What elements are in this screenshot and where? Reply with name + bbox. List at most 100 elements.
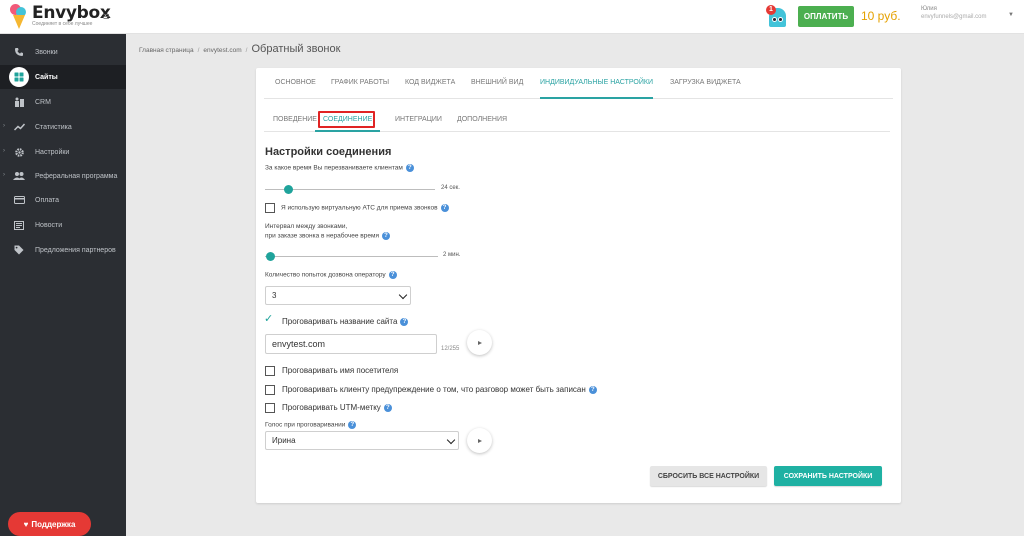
highlight-box (318, 111, 375, 128)
chart-line-icon (12, 120, 26, 134)
settings-card: ОСНОВНОЕ ГРАФИК РАБОТЫ КОД ВИДЖЕТА ВНЕШН… (256, 68, 901, 503)
interval-value: 2 мин. (443, 252, 461, 258)
help-icon[interactable]: ? (400, 317, 409, 326)
interval-slider-thumb[interactable] (266, 252, 275, 261)
sidebar-item-news[interactable]: Новости (0, 213, 126, 237)
tab-general[interactable]: ОСНОВНОЕ (275, 68, 316, 99)
breadcrumb: Главная страница / envytest.com / Обратн… (139, 43, 341, 55)
sidebar-item-crm[interactable]: CRM (0, 90, 126, 114)
help-icon[interactable]: ? (381, 231, 390, 240)
sidebar-item-statistics[interactable]: › Статистика (0, 115, 126, 139)
help-icon[interactable]: ? (383, 403, 392, 412)
attempts-label: Количество попыток дозвона оператору? (265, 271, 397, 279)
top-bar: Envybox Соединяет в себе лучшее ≡ 1 ОПЛА… (0, 0, 1024, 34)
speak-visitor-checkbox[interactable] (265, 366, 275, 376)
speak-warning-label: Проговаривать клиенту предупреждение о т… (282, 385, 597, 394)
tag-icon (12, 243, 26, 257)
tab-widget-code[interactable]: КОД ВИДЖЕТА (405, 68, 455, 99)
balance-amount: 10 руб. (861, 9, 901, 23)
support-button[interactable]: ♥ Поддержка (8, 512, 91, 536)
chevron-down-icon[interactable]: ▼ (1008, 12, 1014, 18)
breadcrumb-home[interactable]: Главная страница (139, 47, 194, 54)
virtual-pbx-checkbox[interactable] (265, 203, 275, 213)
subtab-connection[interactable]: СОЕДИНЕНИЕ (315, 107, 381, 132)
people-icon (12, 169, 26, 183)
sidebar-item-partners[interactable]: Предложения партнеров (0, 238, 126, 262)
speak-warning-checkbox[interactable] (265, 385, 275, 395)
help-icon[interactable]: ? (588, 385, 597, 394)
sub-tabs: ПОВЕДЕНИЕ СОЕДИНЕНИЕ ИНТЕГРАЦИИ ДОПОЛНЕН… (264, 107, 890, 132)
site-name-counter: 12/255 (441, 346, 460, 352)
subtab-behavior[interactable]: ПОВЕДЕНИЕ (273, 107, 317, 132)
news-icon (12, 218, 26, 232)
tab-individual-settings[interactable]: ИНДИВИДУАЛЬНЫЕ НАСТРОЙКИ (540, 68, 654, 99)
chevron-right-icon: › (3, 123, 5, 129)
sidebar-item-label: Сайты (35, 73, 58, 81)
help-icon[interactable]: ? (440, 204, 449, 212)
sidebar-item-calls[interactable]: Звонки (0, 40, 126, 64)
callback-time-label: За какое время Вы перезваниваете клиента… (265, 164, 414, 172)
interval-slider-track[interactable] (265, 256, 438, 257)
site-name-input[interactable]: envytest.com (265, 334, 437, 354)
heart-icon: ♥ (23, 519, 29, 529)
card-icon (12, 193, 26, 207)
support-label: Поддержка (31, 519, 76, 529)
help-icon[interactable]: ? (388, 271, 397, 279)
tab-appearance[interactable]: ВНЕШНИЙ ВИД (471, 68, 523, 99)
speak-utm-checkbox[interactable] (265, 403, 275, 413)
breadcrumb-site[interactable]: envytest.com (203, 47, 241, 54)
sidebar-item-label: Настройки (35, 148, 70, 156)
reset-settings-button[interactable]: СБРОСИТЬ ВСЕ НАСТРОЙКИ (650, 466, 767, 486)
speak-visitor-label: Проговаривать имя посетителя (282, 366, 399, 375)
callback-time-slider-thumb[interactable] (284, 185, 293, 194)
sidebar-item-referral[interactable]: › Реферальная программа (0, 164, 126, 188)
pay-button[interactable]: ОПЛАТИТЬ (798, 6, 854, 27)
gear-icon (12, 145, 26, 159)
sidebar-item-settings[interactable]: › Настройки (0, 140, 126, 164)
callback-time-value: 24 сек. (441, 185, 460, 191)
section-title: Настройки соединения (265, 146, 392, 158)
sidebar-item-sites[interactable]: Сайты (0, 65, 126, 89)
play-icon (478, 438, 482, 443)
ice-cream-logo-icon (10, 4, 28, 30)
user-name[interactable]: Юлия (921, 6, 937, 12)
brand-name: Envybox (32, 3, 111, 23)
sidebar-item-label: Звонки (35, 48, 58, 56)
envybox-logo[interactable]: Envybox Соединяет в себе лучшее (10, 4, 111, 30)
sidebar-item-payment[interactable]: Оплата (0, 188, 126, 212)
chevron-down-icon (446, 435, 456, 445)
grid-icon (9, 67, 29, 87)
sidebar-item-label: Оплата (35, 196, 60, 204)
sidebar-item-label: Реферальная программа (35, 172, 118, 180)
subtab-integrations[interactable]: ИНТЕГРАЦИИ (395, 107, 442, 132)
voice-select[interactable]: Ирина (265, 431, 459, 450)
check-icon[interactable]: ✓ (264, 314, 273, 325)
tab-widget-upload[interactable]: ЗАГРУЗКА ВИДЖЕТА (670, 68, 741, 99)
help-icon[interactable]: ? (405, 164, 414, 172)
tab-schedule[interactable]: ГРАФИК РАБОТЫ (331, 68, 389, 99)
chevron-right-icon: › (3, 172, 5, 178)
virtual-pbx-label: Я использую виртуальную АТС для приема з… (281, 204, 449, 212)
sidebar-item-label: CRM (35, 98, 51, 106)
speak-site-label: Проговаривать название сайта? (282, 317, 409, 326)
main-tabs: ОСНОВНОЕ ГРАФИК РАБОТЫ КОД ВИДЖЕТА ВНЕШН… (264, 68, 893, 99)
voice-label: Голос при проговаривании? (265, 421, 357, 429)
sidebar: Звонки Сайты CRM › Статистика › Настройк… (0, 34, 126, 536)
sidebar-item-label: Предложения партнеров (35, 246, 116, 254)
play-icon (478, 340, 482, 345)
notification-badge: 1 (766, 5, 776, 15)
attempts-select[interactable]: 3 (265, 286, 411, 305)
page-title: Обратный звонок (251, 43, 341, 55)
menu-toggle-icon[interactable]: ≡ (103, 12, 109, 23)
chevron-right-icon: › (3, 148, 5, 154)
speak-utm-label: Проговаривать UTM-метку? (282, 403, 392, 412)
notifications-ghost-icon[interactable]: 1 (766, 5, 788, 27)
chevron-down-icon (398, 290, 408, 300)
save-settings-button[interactable]: СОХРАНИТЬ НАСТРОЙКИ (774, 466, 882, 486)
play-site-name-button[interactable] (467, 330, 492, 355)
user-email[interactable]: envyfunnels@gmail.com (921, 14, 986, 20)
subtab-extras[interactable]: ДОПОЛНЕНИЯ (457, 107, 507, 132)
help-icon[interactable]: ? (348, 421, 357, 429)
play-voice-button[interactable] (467, 428, 492, 453)
interval-label: Интервал между звонками, при заказе звон… (265, 223, 390, 241)
